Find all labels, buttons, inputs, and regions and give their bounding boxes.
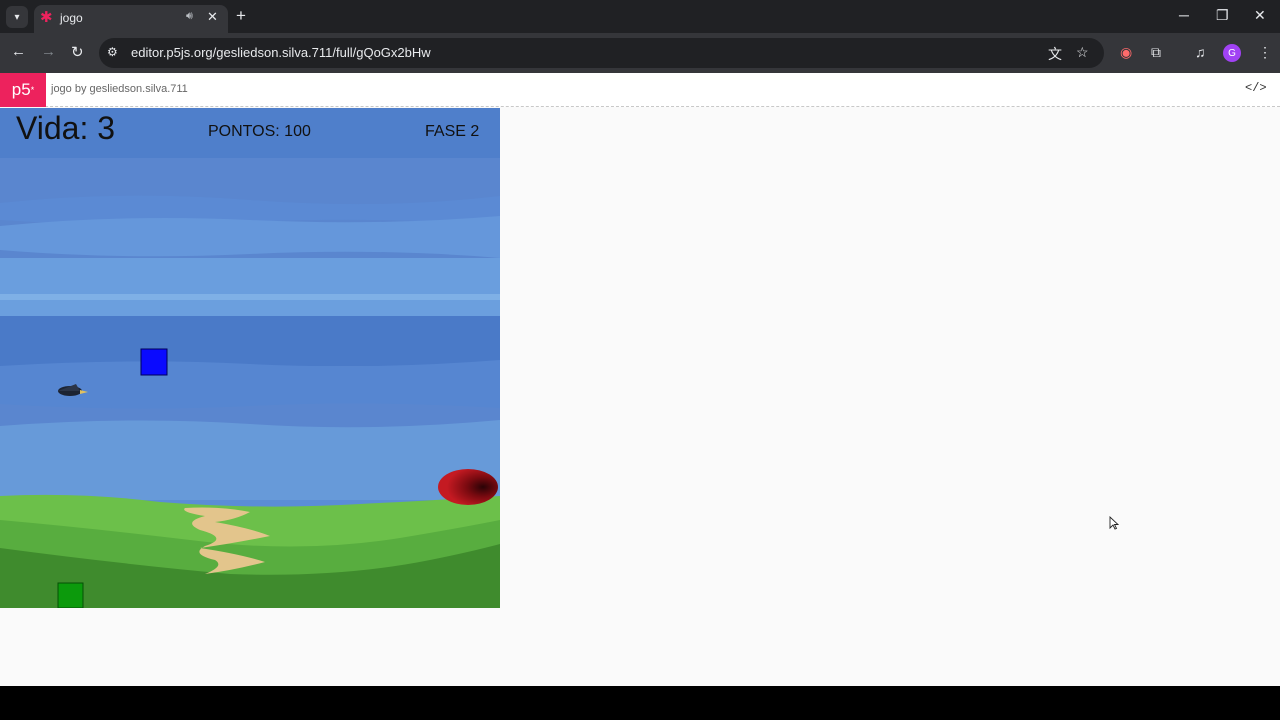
p5-logo[interactable]: p5 * [0,73,46,107]
new-tab-button[interactable]: + [236,6,246,26]
tab-search-button[interactable]: ▾ [6,6,28,28]
p5-logo-asterisk: * [30,85,35,95]
chevron-down-icon: ▾ [14,11,20,23]
browser-window: ▾ ✱ jogo 🔊︎ ✕ + ─ ❐ ✕ ← → ↻ ⚙ editor.p5j… [0,0,1280,686]
forward-button[interactable]: → [41,43,56,60]
p5-favicon-icon: ✱ [40,9,53,26]
back-button[interactable]: ← [11,43,26,60]
by-text: by [74,83,87,95]
media-control-icon[interactable]: ♫ [1195,44,1206,60]
star-icon[interactable]: ☆ [1076,44,1089,61]
p5-logo-text: p5 [11,80,31,99]
speaker-icon[interactable]: 🔊︎ [186,10,193,23]
reload-button[interactable]: ↻ [71,43,84,61]
p5-header: p5 * jogo by gesliedson.silva.711 </> [0,73,1280,107]
close-window-icon[interactable]: ✕ [1254,7,1266,24]
hud-fase: FASE 2 [425,123,480,140]
url-text: editor.p5js.org/gesliedson.silva.711/ful… [131,45,431,60]
tab-jogo[interactable]: ✱ jogo 🔊︎ ✕ [34,5,228,33]
close-tab-icon[interactable]: ✕ [207,9,218,25]
sketch-name[interactable]: jogo [51,83,72,95]
game-scene [0,108,500,608]
player-square [140,348,168,376]
green-block [57,582,84,608]
minimize-icon[interactable]: ─ [1179,7,1189,23]
tab-title: jogo [60,11,83,25]
translate-icon[interactable]: 文 [1048,44,1062,64]
menu-kebab-icon[interactable]: ⋮ [1258,44,1272,61]
mouse-cursor-icon [1109,516,1119,530]
page-content: p5 * jogo by gesliedson.silva.711 </> Vi… [0,73,1280,686]
extensions-puzzle-icon[interactable]: ⧉ [1151,44,1161,61]
address-bar[interactable]: ⚙ editor.p5js.org/gesliedson.silva.711/f… [99,38,1104,68]
hud-vida: Vida: 3 [16,110,116,146]
profile-avatar[interactable]: G [1223,44,1241,62]
extension-record-icon[interactable]: ◉ [1120,44,1132,61]
game-canvas[interactable]: Vida: 3 PONTOS: 100 FASE 2 [0,108,500,608]
sketch-title-line: jogo by gesliedson.silva.711 [51,83,188,95]
site-info-icon[interactable]: ⚙ [107,45,118,59]
restore-icon[interactable]: ❐ [1216,7,1229,24]
code-view-icon[interactable]: </> [1245,81,1267,95]
red-portal [438,469,498,505]
sketch-author[interactable]: gesliedson.silva.711 [90,83,188,95]
tab-strip: ▾ ✱ jogo 🔊︎ ✕ + ─ ❐ ✕ [0,0,1280,33]
hud-pontos: PONTOS: 100 [208,123,311,140]
browser-toolbar: ← → ↻ ⚙ editor.p5js.org/gesliedson.silva… [0,33,1280,73]
